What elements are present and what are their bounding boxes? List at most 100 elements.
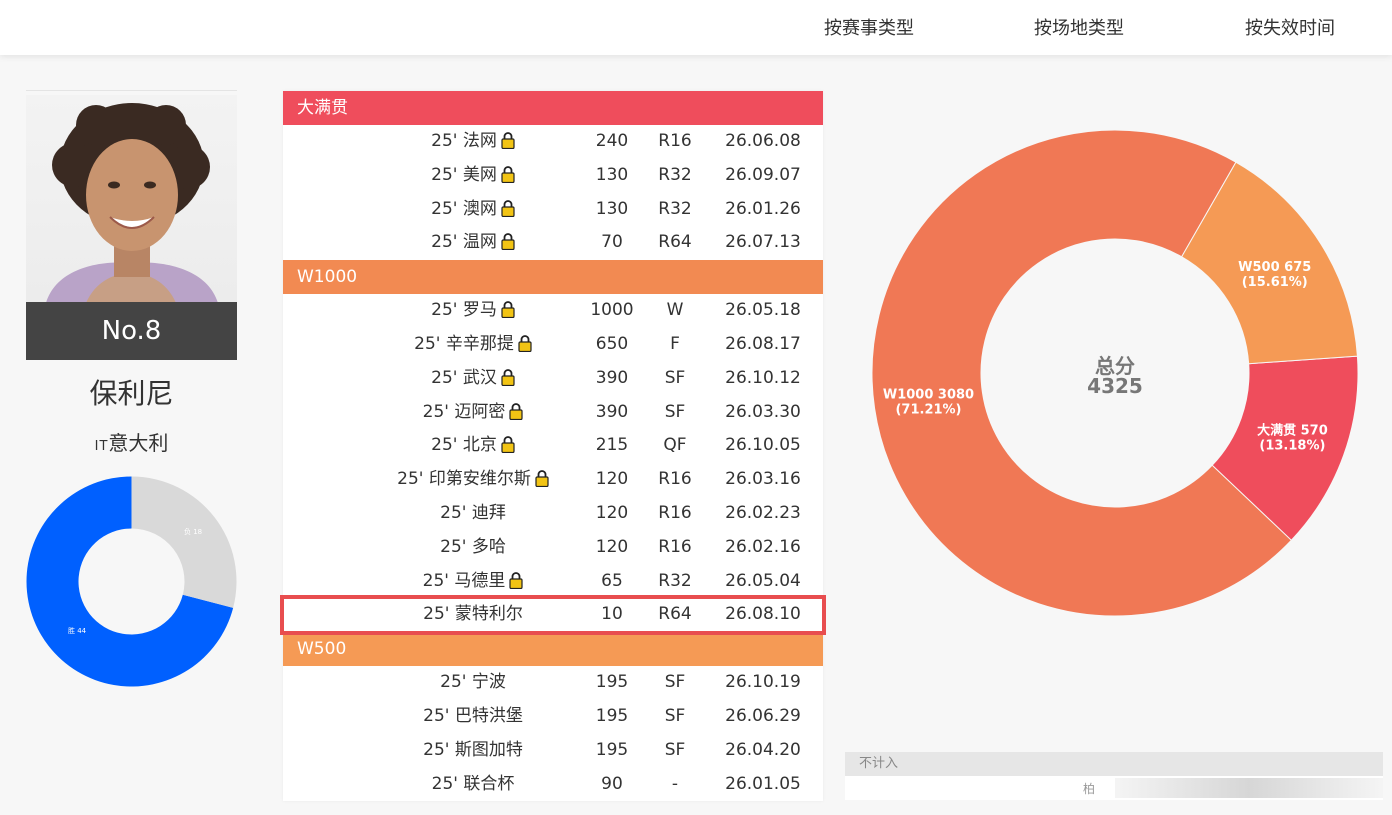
table-row[interactable]: 25' 印第安维尔斯 120 R16 26.03.16 [283, 463, 823, 497]
event-name: 25' 武汉 [431, 367, 497, 388]
win-loss-chart: 胜 44 负 18 [26, 476, 237, 687]
expiry-cell: 26.01.26 [725, 198, 801, 219]
points-cell: 120 [595, 502, 629, 523]
round-cell: SF [664, 672, 686, 693]
table-row[interactable]: 25' 多哈 120 R16 26.02.16 [283, 531, 823, 565]
expiry-cell: 26.04.20 [725, 739, 801, 760]
event-name: 25' 辛辛那提 [414, 333, 514, 354]
profile-divider [26, 90, 237, 91]
player-name: 保利尼 [89, 377, 174, 410]
group-header: W1000 [283, 260, 823, 295]
points-cell: 195 [595, 739, 629, 760]
points-cell: 70 [601, 232, 623, 253]
points-cell: 130 [595, 164, 629, 185]
expiry-cell: 26.06.08 [725, 131, 801, 151]
table-row[interactable]: 25' 罗马 1000 W 26.05.18 [283, 294, 823, 328]
points-breakdown-chart: 总分 4325 W500 675 (15.61%) 大满贯 570 (13.18%) W… [860, 118, 1370, 628]
event-name: 25' 巴特洪堡 [423, 705, 523, 726]
round-cell: R16 [658, 502, 692, 523]
expiry-cell: 26.03.16 [725, 469, 801, 490]
round-cell: - [671, 773, 679, 794]
round-cell: R64 [658, 232, 692, 253]
table-row[interactable]: 25' 联合杯 90 - 26.01.05 [283, 768, 823, 802]
lock-icon [514, 334, 532, 354]
slice-label: W500 675 [1238, 260, 1311, 275]
win-slice-label: 胜 44 [68, 626, 87, 635]
round-cell: R32 [658, 164, 692, 185]
round-cell: SF [664, 739, 686, 760]
event-name: 25' 迈阿密 [422, 401, 506, 422]
expiry-cell: 26.10.19 [725, 672, 801, 693]
table-row[interactable]: 25' 澳网 130 R32 26.01.26 [283, 193, 823, 227]
lock-icon [497, 300, 515, 320]
lock-icon [497, 368, 515, 388]
points-cell: 215 [595, 435, 629, 456]
lock-icon [497, 232, 515, 252]
tab-surface-type[interactable]: 按场地类型 [1034, 14, 1124, 40]
expiry-cell: 26.05.18 [725, 300, 801, 321]
event-name: 25' 澳网 [431, 198, 497, 219]
total-value: 4325 [1087, 374, 1143, 398]
blurred-content [1115, 778, 1383, 798]
lock-icon [497, 435, 515, 455]
round-cell: R32 [658, 198, 692, 219]
table-row[interactable]: 25' 迪拜 120 R16 26.02.23 [283, 497, 823, 531]
round-cell: R16 [658, 131, 692, 151]
round-cell: R16 [658, 536, 692, 557]
event-name: 25' 多哈 [440, 536, 506, 557]
expiry-cell: 26.01.05 [725, 773, 801, 794]
round-cell: QF [663, 435, 687, 456]
event-name: 25' 联合杯 [431, 773, 515, 794]
slice-percent: (15.61%) [1242, 275, 1308, 290]
table-row[interactable]: 25' 迈阿密 390 SF 26.03.30 [283, 396, 823, 430]
event-name: 25' 罗马 [431, 300, 497, 321]
table-row[interactable]: 25' 美网 130 R32 26.09.07 [283, 159, 823, 193]
round-cell: SF [664, 705, 686, 726]
expiry-cell: 26.03.30 [725, 401, 801, 422]
group-header: W500 [283, 632, 823, 667]
tab-event-type[interactable]: 按赛事类型 [824, 14, 914, 40]
table-row[interactable]: 25' 斯图加特 195 SF 26.04.20 [283, 734, 823, 768]
lock-icon [497, 199, 515, 219]
round-cell: SF [664, 401, 686, 422]
expiry-cell: 26.07.13 [725, 232, 801, 253]
table-row[interactable]: 25' 巴特洪堡 195 SF 26.06.29 [283, 700, 823, 734]
lock-icon [497, 165, 515, 185]
tab-expiry-time[interactable]: 按失效时间 [1245, 14, 1335, 40]
points-cell: 65 [601, 570, 623, 591]
loss-slice-label: 负 18 [184, 527, 202, 536]
points-donut: 总分 4325 W500 675(15.61%)大满贯 570(13.18%)W… [871, 129, 1359, 617]
points-cell: 650 [595, 333, 629, 354]
lock-icon [505, 402, 523, 422]
event-name: 25' 北京 [431, 435, 497, 456]
table-row[interactable]: 25' 辛辛那提 650 F 26.08.17 [283, 328, 823, 362]
event-name: 25' 斯图加特 [423, 739, 523, 760]
expiry-cell: 26.08.10 [725, 604, 801, 625]
table-row[interactable]: 25' 武汉 390 SF 26.10.12 [283, 362, 823, 396]
event-name: 25' 马德里 [422, 570, 506, 591]
table-row[interactable]: 25' 温网 70 R64 26.07.13 [283, 226, 823, 260]
table-row[interactable]: 25' 北京 215 QF 26.10.05 [283, 429, 823, 463]
expiry-cell: 26.08.17 [725, 333, 801, 354]
points-cell: 1000 [590, 300, 634, 321]
lock-icon [505, 571, 523, 591]
ranking-badge: No.8 [26, 302, 237, 360]
table-row[interactable]: 25' 法网 240 R16 26.06.08 [283, 125, 823, 159]
event-name: 25' 美网 [431, 164, 497, 185]
round-cell: W [666, 300, 684, 321]
expiry-cell: 26.06.29 [725, 705, 801, 726]
round-cell: R64 [658, 604, 692, 625]
win-loss-donut: 胜 44 负 18 [26, 476, 237, 687]
table-row-highlighted[interactable]: 25' 蒙特利尔 10 R64 26.08.10 [280, 595, 826, 636]
player-portrait-illustration [46, 103, 218, 303]
round-cell: SF [664, 367, 686, 388]
top-nav-bar: 按赛事类型 按场地类型 按失效时间 [0, 0, 1392, 55]
table-row[interactable]: 25' 宁波 195 SF 26.10.19 [283, 666, 823, 700]
slice-percent: (13.18%) [1259, 439, 1325, 454]
table-row[interactable]: 25' 马德里 65 R32 26.05.04 [283, 565, 823, 599]
points-cell: 130 [595, 198, 629, 219]
loss-slice[interactable] [131, 476, 237, 608]
points-cell: 90 [601, 773, 623, 794]
expiry-cell: 26.02.16 [725, 536, 801, 557]
player-photo [26, 95, 237, 303]
